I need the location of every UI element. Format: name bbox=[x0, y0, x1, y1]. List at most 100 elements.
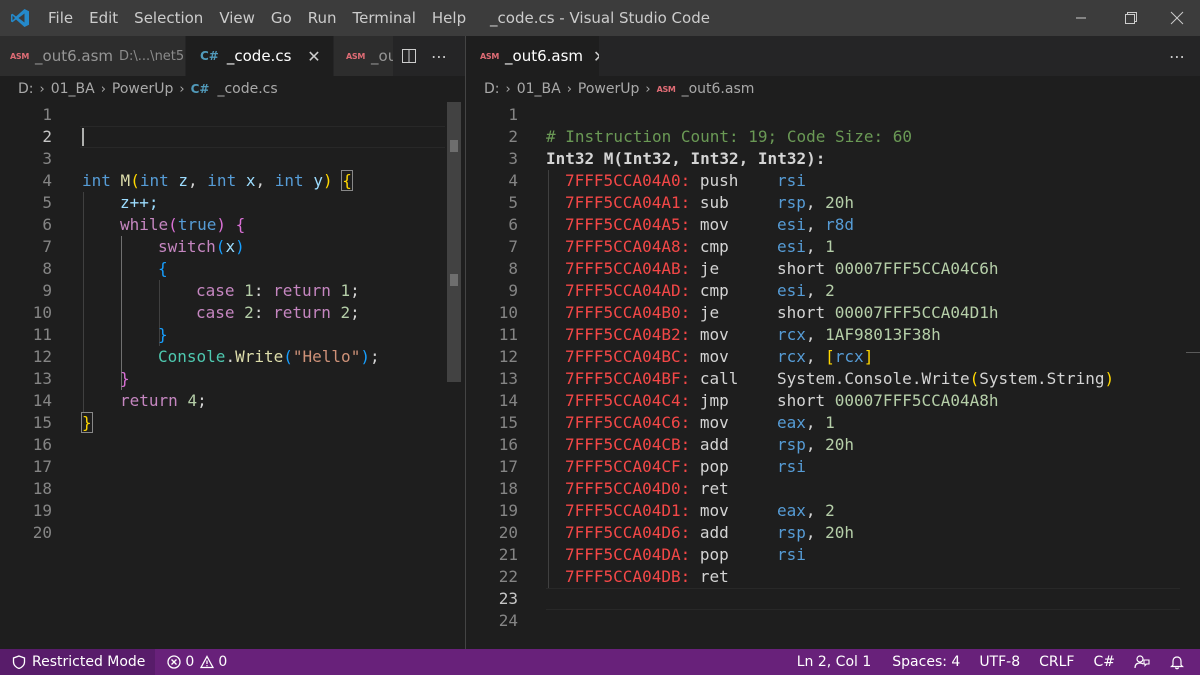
line-number: 13 bbox=[32, 369, 52, 388]
line-number: 24 bbox=[498, 611, 518, 630]
tab-label: _out6.asm bbox=[505, 47, 584, 65]
tab-out6-asm[interactable]: ASM _out6.asm D:\...\net5.0 bbox=[0, 36, 186, 76]
breadcrumb-item[interactable]: D: bbox=[484, 81, 500, 97]
asm-mnemonic: mov bbox=[699, 347, 768, 366]
asm-instruction: 7FFF5CCA04AB: je short 00007FFF5CCA04C6h bbox=[466, 258, 1200, 280]
asm-line: 7FFF5CCA04B2: mov rcx, 1AF98013F38h bbox=[565, 324, 941, 346]
asm-instruction: 7FFF5CCA04B2: mov rcx, 1AF98013F38h bbox=[466, 324, 1200, 346]
asm-mnemonic: je bbox=[699, 259, 768, 278]
asm-operands: short 00007FFF5CCA04C6h bbox=[776, 259, 999, 278]
line-number-row: 13 bbox=[0, 368, 465, 390]
breadcrumb-item[interactable]: PowerUp bbox=[112, 81, 173, 97]
line-number: 16 bbox=[32, 435, 52, 454]
close-window-button[interactable] bbox=[1154, 0, 1200, 36]
close-tab-icon[interactable]: ✕ bbox=[305, 47, 323, 66]
line-number: 7 bbox=[42, 237, 52, 256]
asm-mnemonic: sub bbox=[699, 193, 768, 212]
asm-instruction: 7FFF5CCA04BF: call System.Console.Write(… bbox=[466, 368, 1200, 390]
asm-address: 7FFF5CCA04D0: bbox=[565, 479, 691, 498]
line-number-row: 23 bbox=[466, 588, 1200, 610]
asm-line: 7FFF5CCA04C6: mov eax, 1 bbox=[565, 412, 835, 434]
notifications-button[interactable] bbox=[1157, 649, 1192, 675]
line-number-row: 1 bbox=[0, 104, 465, 126]
menu-file[interactable]: File bbox=[40, 0, 81, 36]
line-number: 5 bbox=[42, 193, 52, 212]
asm-line: 7FFF5CCA04AB: je short 00007FFF5CCA04C6h bbox=[565, 258, 999, 280]
menu-run[interactable]: Run bbox=[300, 0, 345, 36]
menu-go[interactable]: Go bbox=[263, 0, 300, 36]
asm-line: 7FFF5CCA04A5: mov esi, r8d bbox=[565, 214, 854, 236]
line-number-row: 8 bbox=[0, 258, 465, 280]
breadcrumb-item[interactable]: 01_BA bbox=[517, 81, 561, 97]
overview-ruler-mark bbox=[450, 140, 458, 152]
left-tab-bar: ASM _out6.asm D:\...\net5.0 C# _code.cs … bbox=[0, 36, 465, 76]
breadcrumb-item[interactable]: D: bbox=[18, 81, 34, 97]
asm-mnemonic: ret bbox=[699, 479, 768, 498]
chevron-right-icon: › bbox=[505, 81, 511, 97]
asm-address: 7FFF5CCA04A5: bbox=[565, 215, 691, 234]
menu-help[interactable]: Help bbox=[424, 0, 474, 36]
feedback-button[interactable] bbox=[1122, 649, 1157, 675]
language-mode[interactable]: C# bbox=[1081, 649, 1122, 675]
line-number-row: 9 bbox=[0, 280, 465, 302]
asm-address: 7FFF5CCA04B0: bbox=[565, 303, 691, 322]
asm-mnemonic: mov bbox=[699, 501, 768, 520]
menu-terminal[interactable]: Terminal bbox=[345, 0, 424, 36]
asm-instruction: 7FFF5CCA04A8: cmp esi, 1 bbox=[466, 236, 1200, 258]
close-tab-icon[interactable]: ✕ bbox=[593, 47, 599, 66]
asm-operands: rsi bbox=[776, 545, 806, 564]
code-editor-csharp[interactable]: int M(int z, int x, int y) { z++; while(… bbox=[0, 102, 465, 649]
restricted-mode-button[interactable]: Restricted Mode bbox=[0, 649, 156, 675]
left-editor-group: ASM _out6.asm D:\...\net5.0 C# _code.cs … bbox=[0, 36, 465, 649]
ellipsis-icon: ⋯ bbox=[1169, 46, 1185, 66]
breadcrumb-item[interactable]: _code.cs bbox=[217, 81, 277, 97]
breadcrumb-item[interactable]: 01_BA bbox=[51, 81, 95, 97]
minimize-button[interactable] bbox=[1058, 0, 1104, 36]
asm-mnemonic: ret bbox=[699, 567, 768, 586]
line-number-row: 7 bbox=[0, 236, 465, 258]
line-number: 9 bbox=[42, 281, 52, 300]
cursor-position[interactable]: Ln 2, Col 1 bbox=[790, 649, 879, 675]
encoding-setting[interactable]: UTF-8 bbox=[967, 649, 1027, 675]
tab-label: _ou bbox=[371, 47, 393, 65]
more-actions-button[interactable]: ⋯ bbox=[424, 36, 454, 76]
asm-instruction: 7FFF5CCA04B0: je short 00007FFF5CCA04D1h bbox=[466, 302, 1200, 324]
right-tab-actions: ⋯ bbox=[600, 36, 1200, 76]
problems-button[interactable]: 0 0 bbox=[155, 649, 234, 675]
line-number-row: 3 bbox=[466, 148, 1200, 170]
asm-mnemonic: mov bbox=[699, 413, 768, 432]
eol-setting[interactable]: CRLF bbox=[1027, 649, 1081, 675]
tab-out6-asm-right[interactable]: ASM _out6.asm ✕ bbox=[466, 36, 600, 76]
line-number-row: 17 bbox=[0, 456, 465, 478]
menu-selection[interactable]: Selection bbox=[126, 0, 211, 36]
asm-operands: rcx, 1AF98013F38h bbox=[776, 325, 941, 344]
asm-instruction: 7FFF5CCA04DA: pop rsi bbox=[466, 544, 1200, 566]
code-editor-asm[interactable]: # Instruction Count: 19; Code Size: 60 I… bbox=[466, 102, 1200, 649]
line-number-row: 18 bbox=[0, 478, 465, 500]
close-icon bbox=[1170, 11, 1184, 25]
line-number: 23 bbox=[498, 589, 518, 608]
vertical-scrollbar[interactable] bbox=[447, 102, 461, 649]
tab-ou[interactable]: ASM _ou bbox=[334, 36, 394, 76]
vscode-logo-icon[interactable] bbox=[0, 0, 40, 36]
more-actions-button[interactable]: ⋯ bbox=[1162, 36, 1192, 76]
asm-line: 7FFF5CCA04AD: cmp esi, 2 bbox=[565, 280, 835, 302]
menu-edit[interactable]: Edit bbox=[81, 0, 126, 36]
warning-count: 0 bbox=[218, 654, 228, 670]
left-tab-actions: ⋯ bbox=[394, 36, 465, 76]
breadcrumb-item[interactable]: PowerUp bbox=[578, 81, 639, 97]
asm-line: 7FFF5CCA04CF: pop rsi bbox=[565, 456, 806, 478]
asm-line: 7FFF5CCA04A0: push rsi bbox=[565, 170, 806, 192]
menu-view[interactable]: View bbox=[211, 0, 263, 36]
tab-code-cs[interactable]: C# _code.cs ✕ bbox=[186, 36, 334, 76]
indentation-setting[interactable]: Spaces: 4 bbox=[878, 649, 967, 675]
vertical-scrollbar[interactable] bbox=[1186, 102, 1200, 649]
asm-address: 7FFF5CCA04B2: bbox=[565, 325, 691, 344]
asm-instruction: 7FFF5CCA04DB: ret bbox=[466, 566, 1200, 588]
restore-button[interactable] bbox=[1108, 0, 1154, 36]
breadcrumb-item[interactable]: _out6.asm bbox=[682, 81, 755, 97]
overview-ruler-mark bbox=[450, 274, 458, 286]
overview-ruler-line bbox=[1186, 352, 1200, 353]
line-number: 3 bbox=[508, 149, 518, 168]
split-editor-button[interactable] bbox=[394, 36, 424, 76]
